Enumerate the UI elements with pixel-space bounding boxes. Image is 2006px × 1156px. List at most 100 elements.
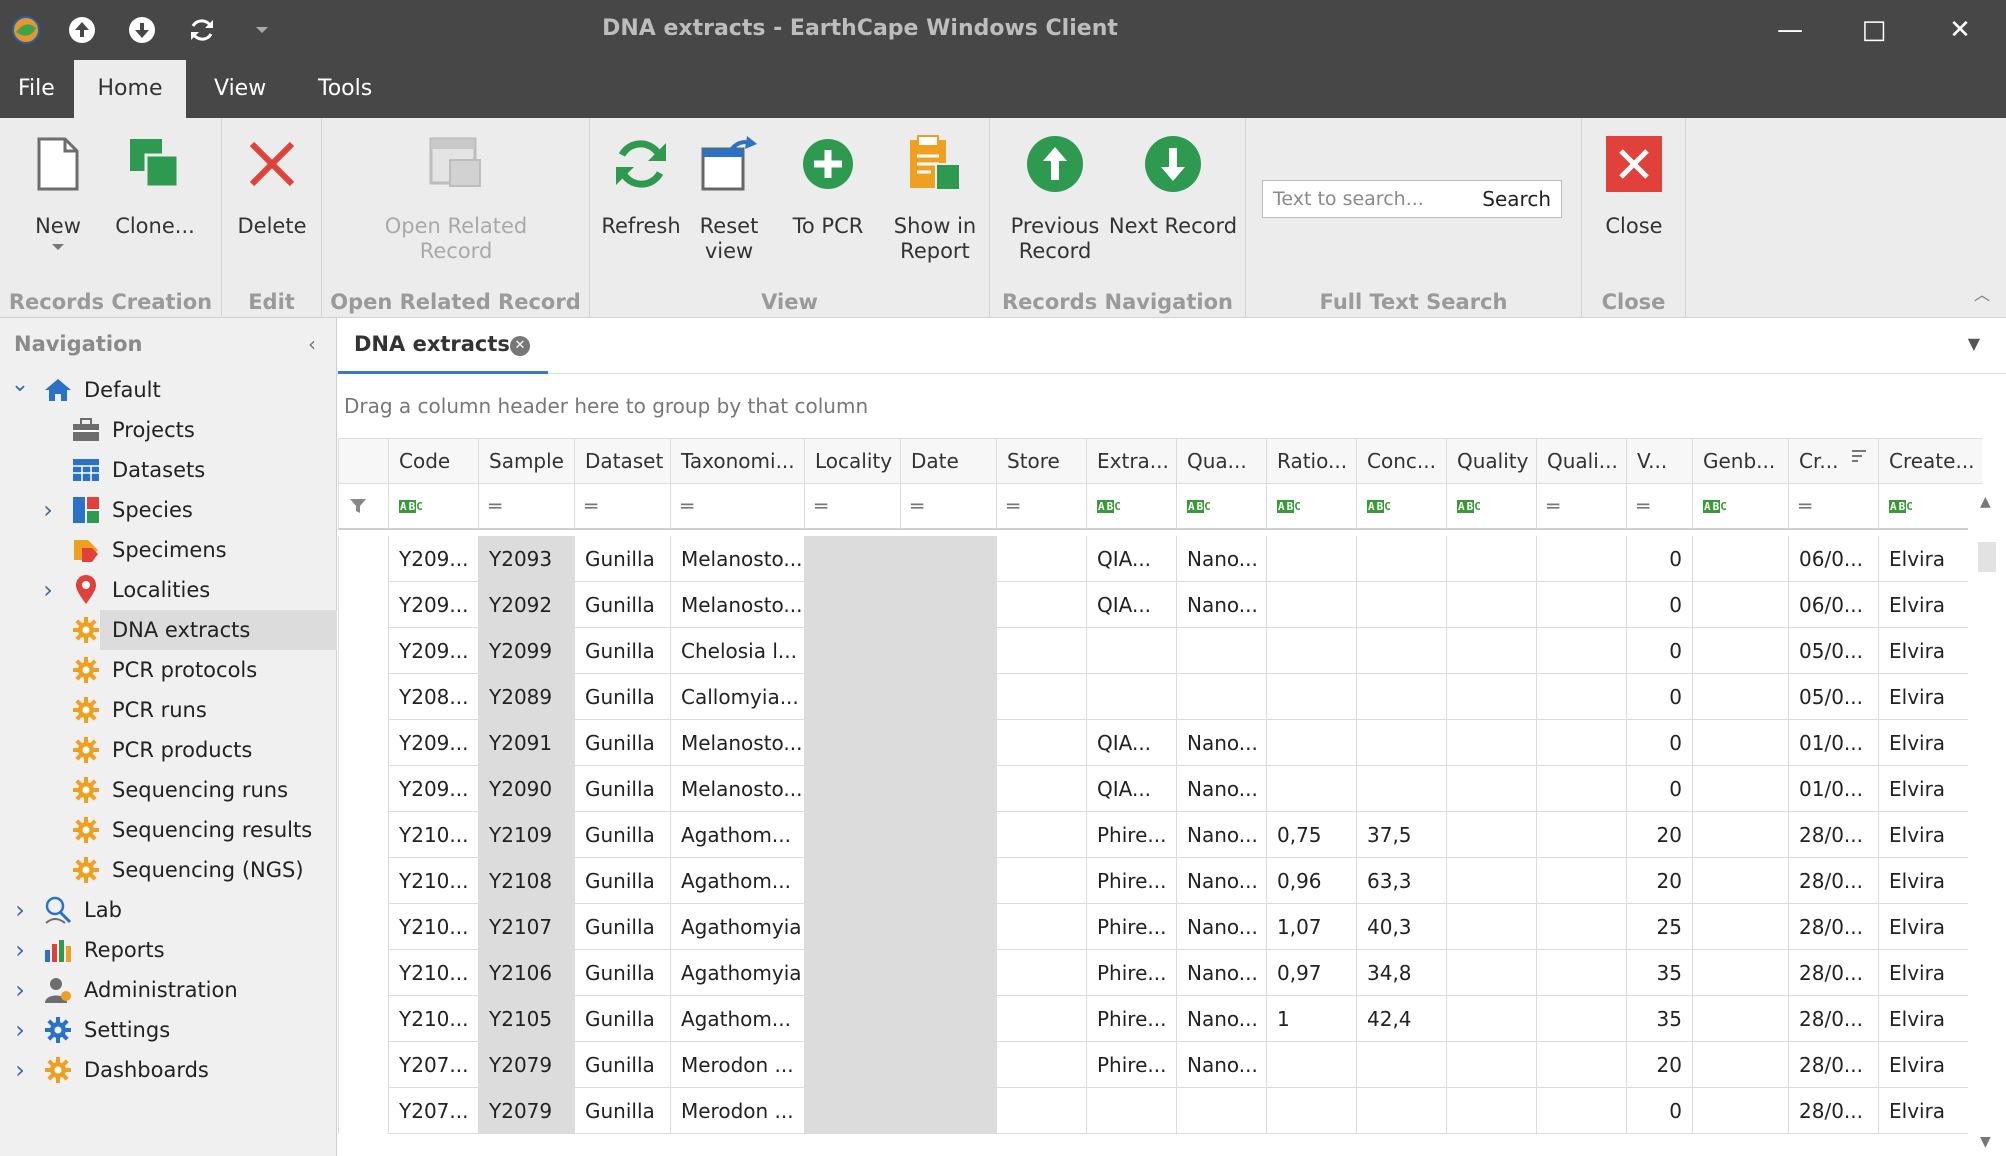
cell-date[interactable] <box>900 812 996 858</box>
table-row[interactable]: Y210... Y2109 Gunilla Agathom... Phire... Nan… <box>338 812 1982 858</box>
cell-v[interactable]: 35 <box>1626 950 1692 996</box>
cell-qua[interactable]: Nano... <box>1176 904 1266 950</box>
cell-genb[interactable] <box>1692 628 1788 674</box>
cell-code[interactable]: Y209... <box>388 766 478 812</box>
search-input[interactable] <box>1263 181 1453 217</box>
expand-chevron-icon[interactable]: › <box>10 1016 30 1044</box>
nav-item-reports[interactable]: › Reports <box>0 930 337 970</box>
close-button[interactable]: Close <box>1596 132 1672 239</box>
cell-genb[interactable] <box>1692 996 1788 1042</box>
table-row[interactable]: Y209... Y2092 Gunilla Melanosto... QIA... Nan… <box>338 582 1982 628</box>
nav-item-pcr-runs[interactable]: PCR runs <box>0 690 337 730</box>
cell-dataset[interactable]: Gunilla <box>574 536 670 582</box>
cell-sample[interactable]: Y2090 <box>478 766 574 812</box>
filter-cell-sample[interactable]: ═ <box>478 484 574 530</box>
cell-dataset[interactable]: Gunilla <box>574 582 670 628</box>
cell-store[interactable] <box>996 674 1086 720</box>
cell-create[interactable]: Elvira <box>1878 766 1982 812</box>
cell-dataset[interactable]: Gunilla <box>574 904 670 950</box>
cell-create[interactable]: Elvira <box>1878 950 1982 996</box>
cell-dataset[interactable]: Gunilla <box>574 950 670 996</box>
cell-sample[interactable]: Y2108 <box>478 858 574 904</box>
cell-sample[interactable]: Y2079 <box>478 1042 574 1088</box>
cell-sample[interactable]: Y2107 <box>478 904 574 950</box>
cell-quali[interactable] <box>1536 1042 1626 1088</box>
cell-v[interactable]: 20 <box>1626 812 1692 858</box>
cell-locality[interactable] <box>804 536 900 582</box>
filter-cell-store[interactable]: ═ <box>996 484 1086 530</box>
filter-cell-code[interactable]: A BC <box>388 484 478 530</box>
column-header-ratio[interactable]: Ratio... <box>1266 438 1356 484</box>
cell-conc[interactable]: 37,5 <box>1356 812 1446 858</box>
cell-locality[interactable] <box>804 996 900 1042</box>
cell-ratio[interactable] <box>1266 766 1356 812</box>
cell-dataset[interactable]: Gunilla <box>574 1088 670 1134</box>
cell-sample[interactable]: Y2106 <box>478 950 574 996</box>
cell-cr[interactable]: 28/0... <box>1788 904 1878 950</box>
cell-conc[interactable] <box>1356 536 1446 582</box>
cell-cr[interactable]: 06/0... <box>1788 582 1878 628</box>
row-indicator[interactable] <box>338 1042 388 1088</box>
row-indicator[interactable] <box>338 812 388 858</box>
cell-quali[interactable] <box>1536 628 1626 674</box>
cell-taxon[interactable]: Agathom... <box>670 858 804 904</box>
cell-quality[interactable] <box>1446 904 1536 950</box>
expand-chevron-icon[interactable]: › <box>10 896 30 924</box>
expand-chevron-icon[interactable]: › <box>38 576 58 604</box>
column-header-v[interactable]: V... <box>1626 438 1692 484</box>
cell-ratio[interactable]: 0,96 <box>1266 858 1356 904</box>
cell-extra[interactable]: Phire... <box>1086 950 1176 996</box>
cell-conc[interactable]: 34,8 <box>1356 950 1446 996</box>
row-indicator[interactable] <box>338 536 388 582</box>
cell-extra[interactable]: Phire... <box>1086 996 1176 1042</box>
cell-create[interactable]: Elvira <box>1878 858 1982 904</box>
cell-conc[interactable]: 63,3 <box>1356 858 1446 904</box>
cell-ratio[interactable]: 1 <box>1266 996 1356 1042</box>
cell-v[interactable]: 0 <box>1626 536 1692 582</box>
cell-v[interactable]: 0 <box>1626 1088 1692 1134</box>
cell-date[interactable] <box>900 950 996 996</box>
cell-taxon[interactable]: Merodon ... <box>670 1088 804 1134</box>
cell-qua[interactable]: Nano... <box>1176 812 1266 858</box>
filter-cell-dataset[interactable]: ═ <box>574 484 670 530</box>
cell-quality[interactable] <box>1446 720 1536 766</box>
column-header-extra[interactable]: Extra... <box>1086 438 1176 484</box>
cell-genb[interactable] <box>1692 536 1788 582</box>
cell-cr[interactable]: 01/0... <box>1788 766 1878 812</box>
cell-create[interactable]: Elvira <box>1878 812 1982 858</box>
table-row[interactable]: Y209... Y2093 Gunilla Melanosto... QIA... Nan… <box>338 536 1982 582</box>
cell-cr[interactable]: 28/0... <box>1788 812 1878 858</box>
cell-conc[interactable] <box>1356 1088 1446 1134</box>
cell-date[interactable] <box>900 674 996 720</box>
cell-cr[interactable]: 05/0... <box>1788 674 1878 720</box>
cell-date[interactable] <box>900 996 996 1042</box>
cell-quality[interactable] <box>1446 1042 1536 1088</box>
cell-qua[interactable]: Nano... <box>1176 720 1266 766</box>
cell-store[interactable] <box>996 536 1086 582</box>
filter-cell-taxon[interactable]: ═ <box>670 484 804 530</box>
cell-create[interactable]: Elvira <box>1878 674 1982 720</box>
cell-v[interactable]: 0 <box>1626 582 1692 628</box>
cell-create[interactable]: Elvira <box>1878 904 1982 950</box>
to-pcr-button[interactable]: To PCR <box>790 132 866 239</box>
cell-date[interactable] <box>900 1088 996 1134</box>
refresh-button[interactable]: Refresh <box>600 132 682 239</box>
cell-genb[interactable] <box>1692 812 1788 858</box>
cell-quali[interactable] <box>1536 996 1626 1042</box>
cell-ratio[interactable]: 0,75 <box>1266 812 1356 858</box>
cell-ratio[interactable]: 0,97 <box>1266 950 1356 996</box>
cell-code[interactable]: Y210... <box>388 858 478 904</box>
minimize-button[interactable]: — <box>1768 8 1812 52</box>
cell-quali[interactable] <box>1536 858 1626 904</box>
cell-date[interactable] <box>900 1042 996 1088</box>
row-indicator[interactable] <box>338 674 388 720</box>
nav-item-pcr-protocols[interactable]: PCR protocols <box>0 650 337 690</box>
cell-quali[interactable] <box>1536 720 1626 766</box>
maximize-button[interactable]: □ <box>1852 8 1896 52</box>
cell-conc[interactable] <box>1356 628 1446 674</box>
nav-item-sequencing-runs[interactable]: Sequencing runs <box>0 770 337 810</box>
nav-item-sequencing-ngs[interactable]: Sequencing (NGS) <box>0 850 337 890</box>
cell-extra[interactable]: Phire... <box>1086 904 1176 950</box>
cell-qua[interactable]: Nano... <box>1176 950 1266 996</box>
cell-sample[interactable]: Y2092 <box>478 582 574 628</box>
